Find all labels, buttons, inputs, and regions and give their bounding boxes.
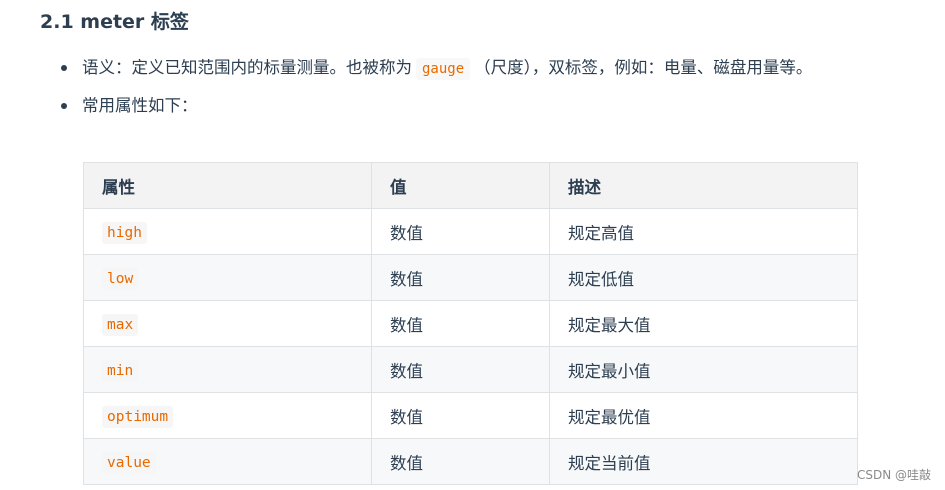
- value-cell: 数值: [371, 438, 550, 485]
- desc-cell: 规定当前值: [549, 438, 858, 485]
- desc-cell: 规定低值: [549, 254, 858, 301]
- desc-cell: 规定高值: [549, 208, 858, 255]
- bullet-item-semantics: 语义：定义已知范围内的标量测量。也被称为 gauge （尺度），双标签，例如：电量、…: [0, 54, 852, 83]
- attr-cell: high: [83, 208, 372, 255]
- attr-cell: max: [83, 300, 372, 347]
- attr-cell: optimum: [83, 392, 372, 439]
- attr-code: value: [102, 452, 156, 474]
- attrs-intro-text: 常用属性如下：: [82, 96, 198, 115]
- table-header-row: 属性 值 描述: [83, 162, 858, 209]
- table-row: optimum 数值 规定最优值: [83, 392, 858, 439]
- desc-cell: 规定最大值: [549, 300, 858, 347]
- value-cell: 数值: [371, 300, 550, 347]
- header-attribute: 属性: [83, 162, 372, 209]
- desc-cell: 规定最小值: [549, 346, 858, 393]
- value-cell: 数值: [371, 208, 550, 255]
- attr-code: optimum: [102, 406, 174, 428]
- section-heading: 2.1 meter 标签: [40, 11, 189, 33]
- table-row: high 数值 规定高值: [83, 208, 858, 255]
- value-cell: 数值: [371, 254, 550, 301]
- value-cell: 数值: [371, 346, 550, 393]
- value-cell: 数值: [371, 392, 550, 439]
- attr-code: high: [102, 222, 147, 244]
- attr-cell: value: [83, 438, 372, 485]
- inline-code-gauge: gauge: [416, 58, 471, 80]
- bullet-list: 语义：定义已知范围内的标量测量。也被称为 gauge （尺度），双标签，例如：电量、…: [0, 54, 852, 128]
- semantics-text-before: 语义：定义已知范围内的标量测量。也被称为: [82, 58, 412, 77]
- attr-cell: min: [83, 346, 372, 393]
- table-row: low 数值 规定低值: [83, 254, 858, 301]
- attr-cell: low: [83, 254, 372, 301]
- bullet-item-attrs-intro: 常用属性如下：: [0, 92, 852, 119]
- bullet-dot-icon: [61, 103, 67, 109]
- header-value: 值: [371, 162, 550, 209]
- watermark-text: CSDN @哇敲: [856, 468, 931, 482]
- semantics-text-after: （尺度），双标签，例如：电量、磁盘用量等。: [474, 58, 813, 77]
- attr-code: low: [102, 268, 139, 290]
- header-description: 描述: [549, 162, 858, 209]
- attr-code: min: [102, 360, 139, 382]
- attr-code: max: [102, 314, 139, 336]
- desc-cell: 规定最优值: [549, 392, 858, 439]
- bullet-dot-icon: [61, 65, 67, 71]
- table-row: min 数值 规定最小值: [83, 346, 858, 393]
- table-row: value 数值 规定当前值: [83, 438, 858, 485]
- table-row: max 数值 规定最大值: [83, 300, 858, 347]
- attributes-table: 属性 值 描述 high 数值 规定高值 low 数值 规定低值 max 数值 …: [83, 162, 858, 485]
